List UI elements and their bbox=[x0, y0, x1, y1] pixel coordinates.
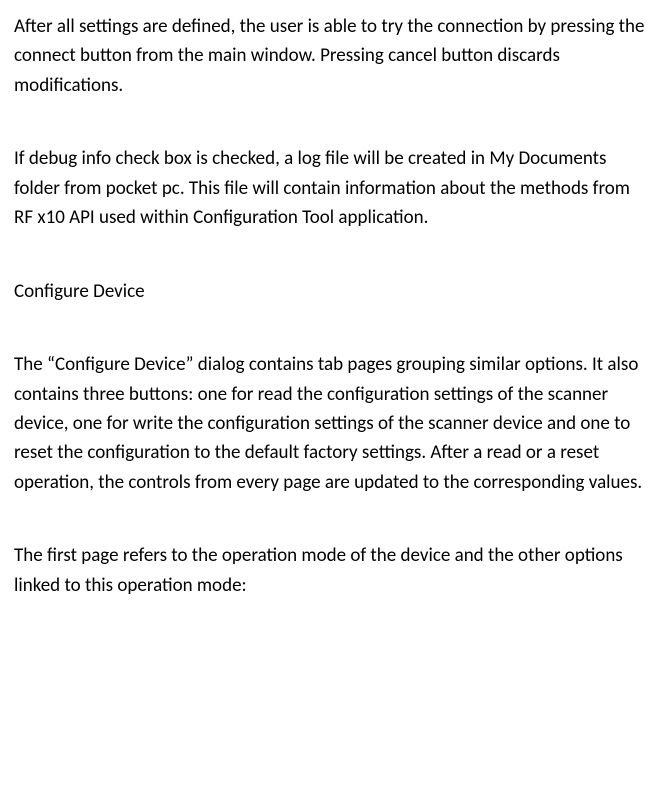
body-paragraph-3: The “Configure Device” dialog contains t… bbox=[14, 350, 645, 497]
section-heading-configure-device: Configure Device bbox=[14, 277, 645, 306]
body-paragraph-4: The first page refers to the operation m… bbox=[14, 541, 645, 600]
body-paragraph-1: After all settings are defined, the user… bbox=[14, 12, 645, 100]
body-paragraph-2: If debug info check box is checked, a lo… bbox=[14, 144, 645, 232]
